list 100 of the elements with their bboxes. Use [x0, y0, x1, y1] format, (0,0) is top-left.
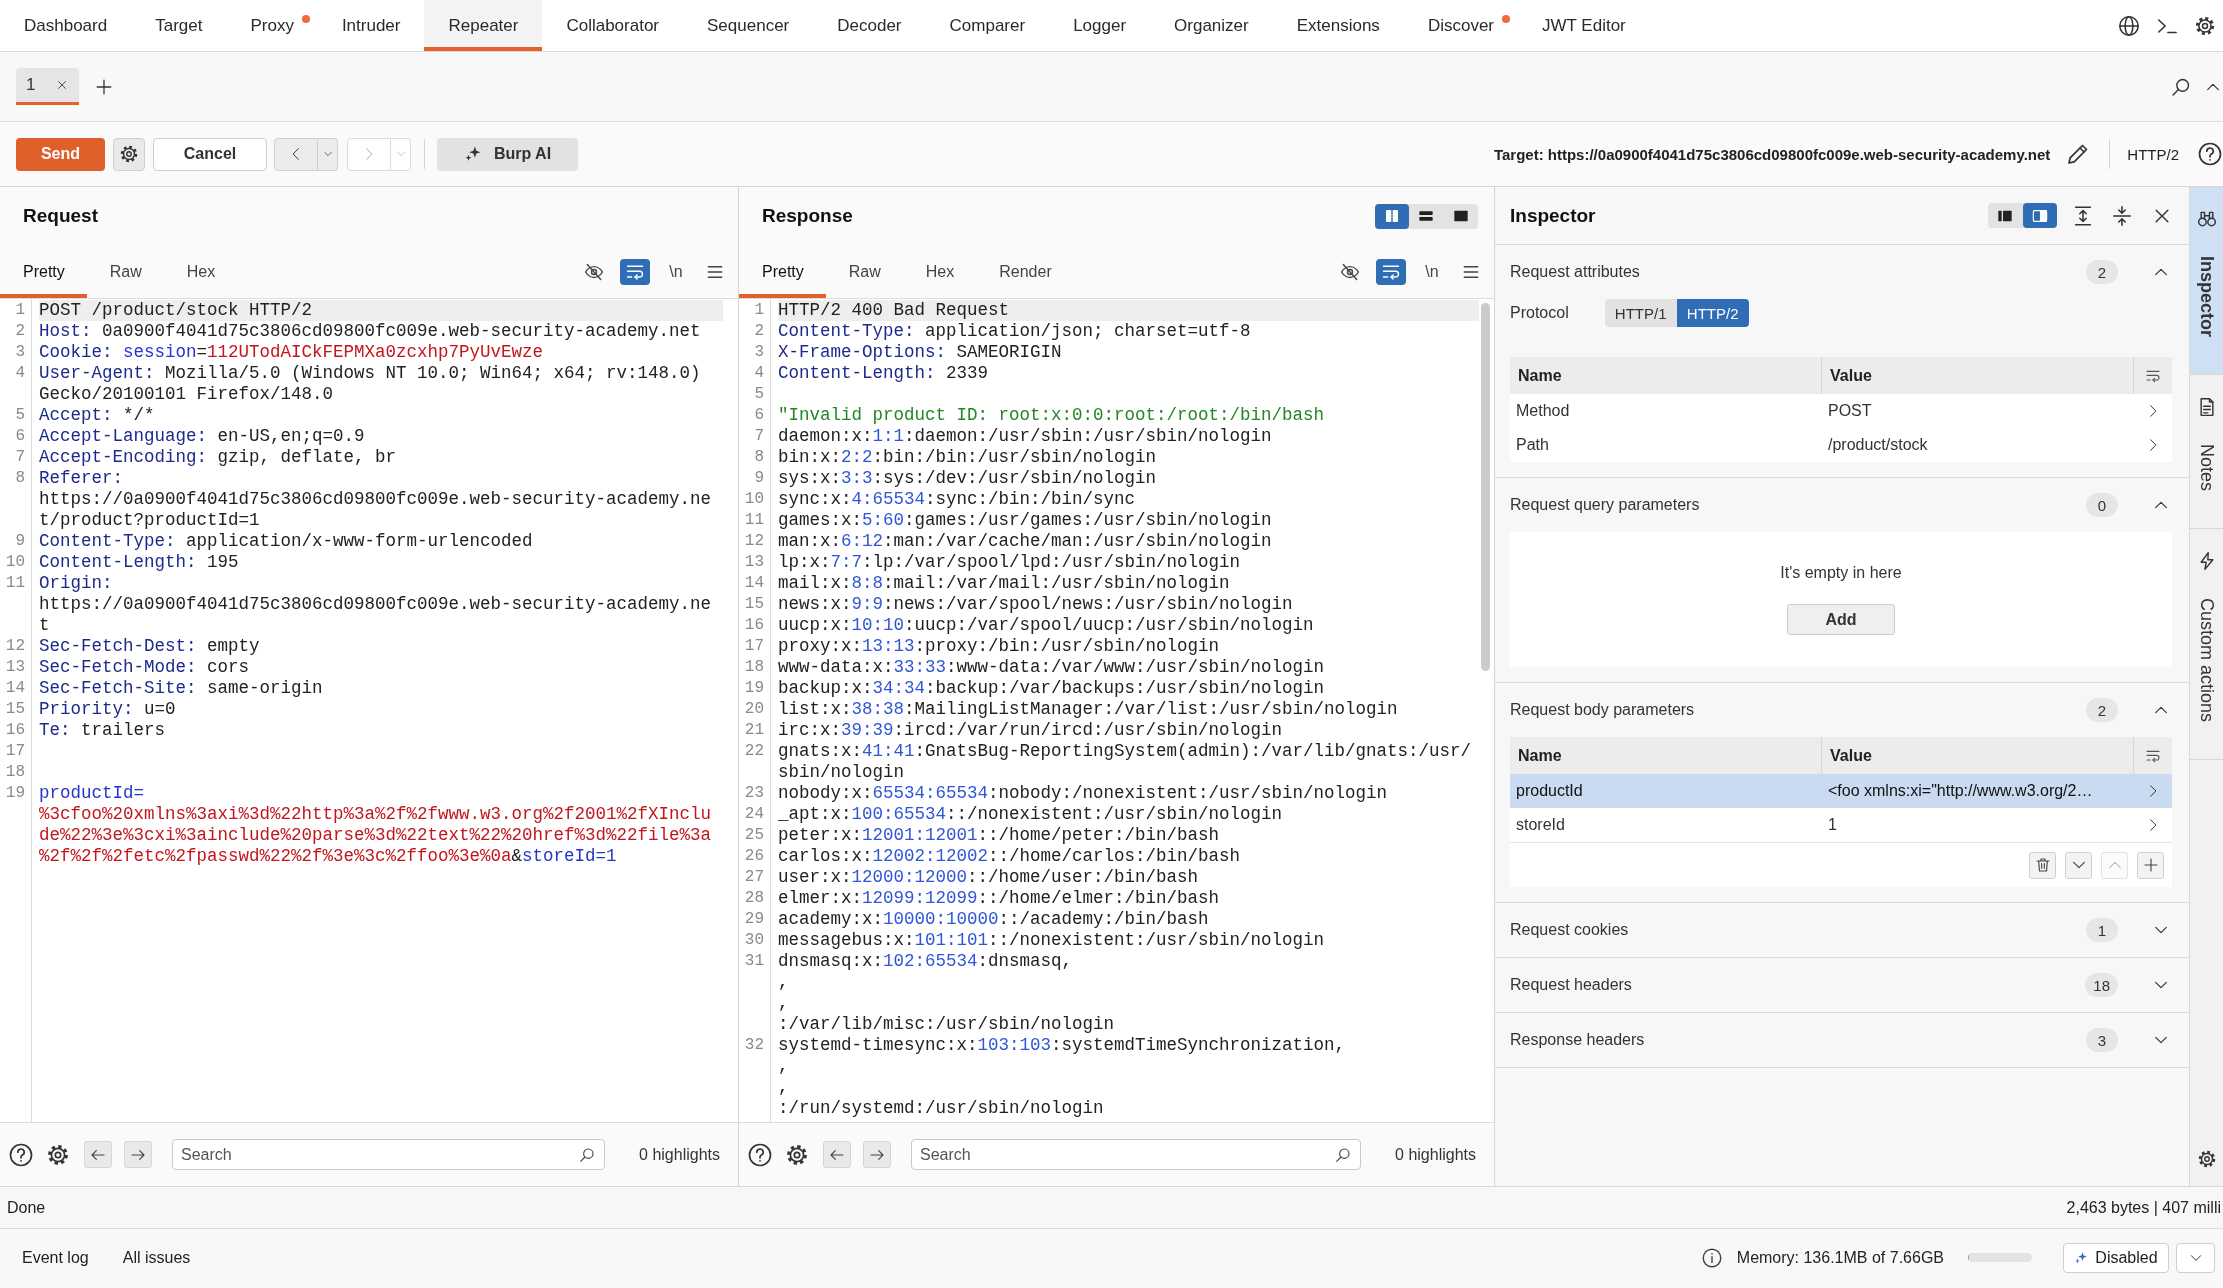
- protocol-option[interactable]: HTTP/2: [1676, 299, 1749, 327]
- search-field[interactable]: Search: [911, 1139, 1362, 1170]
- code-line: Sec-Fetch-Mode: cors: [39, 657, 250, 678]
- nav-tab[interactable]: Intruder: [317, 0, 425, 51]
- newline-toggle[interactable]: \n: [661, 258, 691, 285]
- section-title[interactable]: Request headers: [1510, 976, 1632, 994]
- section-title[interactable]: Request cookies: [1510, 921, 1629, 939]
- nav-tab[interactable]: Proxy: [226, 0, 318, 51]
- help-icon[interactable]: [748, 1142, 772, 1167]
- newline-toggle[interactable]: \n: [1417, 258, 1447, 285]
- expand-icon[interactable]: [2072, 204, 2094, 227]
- code-line: academy:x:10000:10000::/academy:/bin/bash: [778, 909, 1209, 930]
- line-number: 1: [753, 300, 764, 321]
- help-icon[interactable]: [2198, 142, 2222, 166]
- settings-icon[interactable]: [785, 1142, 809, 1167]
- search-icon[interactable]: [1335, 1146, 1352, 1163]
- nav-tab[interactable]: Collaborator: [542, 0, 684, 51]
- line-number: 10: [4, 552, 25, 573]
- side-tab[interactable]: Notes: [2190, 375, 2223, 530]
- settings-button[interactable]: [113, 137, 145, 171]
- line-number: 32: [743, 1035, 764, 1056]
- section-title[interactable]: Request body parameters: [1510, 701, 1695, 719]
- empty-message: It's empty in here: [1780, 564, 1902, 582]
- settings-icon[interactable]: [46, 1142, 70, 1167]
- search-icon[interactable]: [579, 1146, 596, 1163]
- section-title[interactable]: Request attributes: [1510, 263, 1640, 281]
- view-tab[interactable]: Raw: [86, 245, 164, 298]
- line-number: 18: [4, 762, 25, 783]
- line-number: 11: [743, 510, 764, 531]
- move-down-button[interactable]: [2065, 851, 2092, 879]
- wrap-toggle[interactable]: [1376, 258, 1406, 285]
- count-badge: 0: [2086, 493, 2118, 517]
- line-number: 12: [743, 531, 764, 552]
- collapse-icon[interactable]: [2111, 204, 2133, 227]
- nav-tab[interactable]: JWT Editor: [1518, 0, 1650, 51]
- nav-tab[interactable]: Target: [131, 0, 227, 51]
- protocol-option[interactable]: HTTP/1: [1604, 299, 1677, 327]
- line-number: 4: [753, 363, 764, 384]
- line-number: 7: [753, 426, 764, 447]
- side-tab[interactable]: Custom actions: [2190, 529, 2223, 761]
- line-number: 14: [743, 573, 764, 594]
- code-line: messagebus:x:101:101::/nonexistent:/usr/sbin/nologin: [778, 930, 1325, 951]
- view-tab[interactable]: Hex: [902, 245, 977, 298]
- ai-mode-button[interactable]: Disabled: [2063, 1242, 2169, 1273]
- view-tab[interactable]: Raw: [825, 245, 903, 298]
- send-button[interactable]: Send: [16, 137, 105, 171]
- request-tab[interactable]: 1: [16, 68, 80, 105]
- scrollbar[interactable]: [1481, 303, 1490, 671]
- plus-icon[interactable]: [95, 77, 114, 96]
- count-badge: 1: [2086, 918, 2118, 942]
- add-row-button[interactable]: [2137, 851, 2164, 879]
- sparkle-icon: [463, 145, 482, 163]
- nav-tab[interactable]: Decoder: [813, 0, 926, 51]
- section-title[interactable]: Request query parameters: [1510, 496, 1700, 514]
- search-field[interactable]: Search: [172, 1139, 606, 1170]
- settings-icon[interactable]: [2194, 14, 2216, 37]
- nav-tab[interactable]: Dashboard: [0, 0, 132, 51]
- code-line: backup:x:34:34:backup:/var/backups:/usr/sbin/nologin: [778, 678, 1325, 699]
- add-button[interactable]: Add: [1787, 604, 1895, 635]
- nav-tab[interactable]: Comparer: [925, 0, 1050, 51]
- footer-tab[interactable]: Event log: [6, 1242, 105, 1273]
- nav-tab[interactable]: Organizer: [1150, 0, 1273, 51]
- table-cell-text: 1: [1827, 816, 1838, 834]
- highlight-count: 0 highlights: [639, 1145, 720, 1164]
- line-number: 5: [753, 384, 764, 405]
- view-tab[interactable]: Hex: [163, 245, 238, 298]
- search-icon[interactable]: [2171, 76, 2191, 97]
- delete-button[interactable]: [2029, 851, 2056, 879]
- side-tab[interactable]: Inspector: [2190, 187, 2223, 376]
- footer-tab[interactable]: All issues: [106, 1242, 207, 1273]
- nav-tab[interactable]: Repeater: [424, 0, 543, 51]
- nav-tab[interactable]: Extensions: [1272, 0, 1404, 51]
- status-message: Done: [7, 1198, 46, 1217]
- table-row[interactable]: storeId 1: [1510, 808, 2172, 842]
- code-line: daemon:x:1:1:daemon:/usr/sbin:/usr/sbin/nologin: [778, 426, 1272, 447]
- table-row[interactable]: Path /product/stock: [1510, 428, 2172, 462]
- highlight-count: 0 highlights: [1395, 1145, 1476, 1164]
- protocol-label[interactable]: HTTP/2: [2127, 145, 2179, 163]
- section-title[interactable]: Response headers: [1510, 1031, 1645, 1049]
- nav-tab[interactable]: Discover: [1403, 0, 1518, 51]
- settings-icon[interactable]: [2196, 1149, 2217, 1169]
- wrap-toggle[interactable]: [620, 258, 650, 285]
- view-tab[interactable]: Render: [976, 245, 1074, 298]
- globe-icon[interactable]: [2118, 14, 2140, 37]
- help-icon[interactable]: [9, 1142, 33, 1167]
- code-line: _apt:x:100:65534::/nonexistent:/usr/sbin/nologin: [778, 804, 1283, 825]
- line-number: 21: [743, 720, 764, 741]
- table-row[interactable]: productId <foo xmlns:xi="http://www.w3.org/2…: [1510, 774, 2172, 808]
- cancel-button[interactable]: Cancel: [153, 137, 267, 171]
- close-icon[interactable]: [56, 79, 69, 91]
- pane-title: Response: [762, 205, 853, 227]
- target-url: Target: https://0a0900f4041d75c3806cd09800fc009e.web-security-academy.net: [1493, 145, 2051, 163]
- nav-tab[interactable]: Sequencer: [683, 0, 814, 51]
- line-number: 29: [743, 909, 764, 930]
- ai-assistant-button[interactable]: Burp AI: [437, 137, 578, 171]
- table-cell-text: POST: [1827, 402, 1873, 420]
- nav-tab[interactable]: Logger: [1049, 0, 1151, 51]
- line-number: 13: [743, 552, 764, 573]
- table-row[interactable]: Method POST: [1510, 394, 2172, 428]
- code-line: elmer:x:12099:12099::/home/elmer:/bin/bash: [778, 888, 1220, 909]
